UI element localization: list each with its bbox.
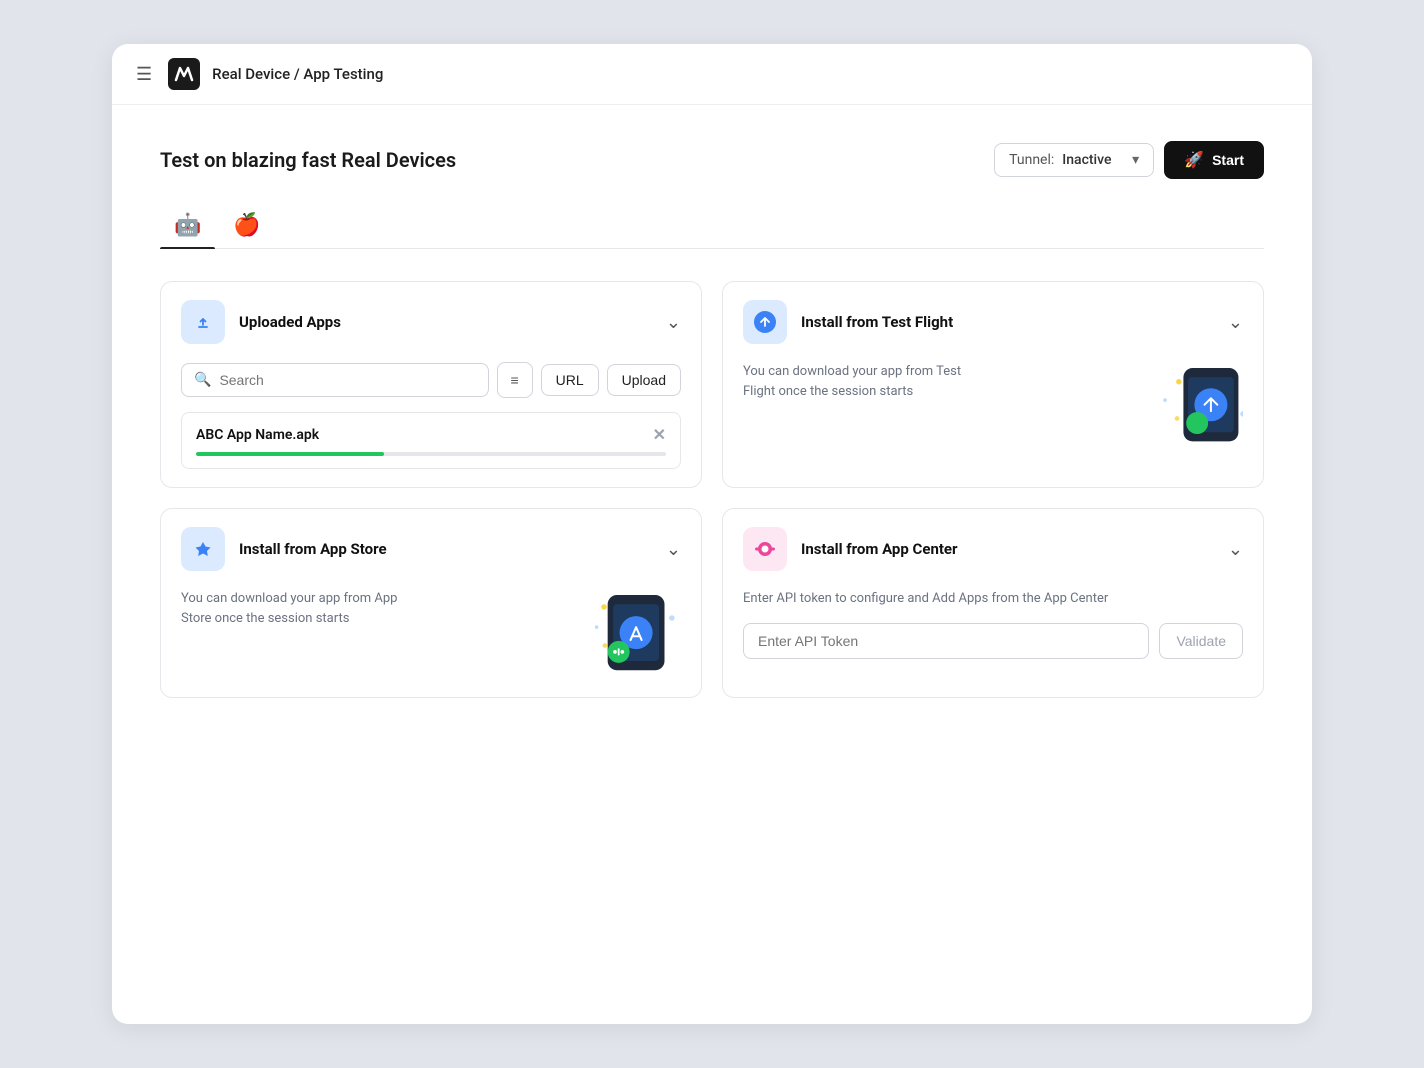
upload-button[interactable]: Upload (607, 364, 681, 396)
appstore-icon (190, 536, 216, 562)
logo (168, 58, 200, 90)
filter-icon: ≡ (511, 372, 519, 388)
page-title: Test on blazing fast Real Devices (160, 148, 456, 172)
testflight-header: Install from Test Flight ⌄ (723, 282, 1263, 362)
breadcrumb: Real Device / App Testing (212, 65, 383, 83)
testflight-title: Install from Test Flight (801, 313, 953, 331)
appstore-chevron[interactable]: ⌄ (666, 539, 681, 560)
appcenter-title-row: Install from App Center (743, 527, 958, 571)
appcenter-header: Install from App Center ⌄ (723, 509, 1263, 589)
app-file-name: ABC App Name.apk ✕ (196, 425, 666, 444)
appstore-content: You can download your app from App Store… (181, 589, 681, 679)
search-input-wrap: 🔍 (181, 363, 489, 397)
appcenter-description: Enter API token to configure and Add App… (743, 589, 1243, 609)
api-token-input[interactable] (743, 623, 1149, 659)
start-button[interactable]: 🚀 Start (1164, 141, 1264, 179)
appcenter-icon (752, 536, 778, 562)
appcenter-title: Install from App Center (801, 540, 958, 558)
tab-android[interactable]: 🤖 (160, 203, 215, 248)
close-icon[interactable]: ✕ (653, 425, 666, 444)
testflight-body: You can download your app from Test Flig… (723, 362, 1263, 470)
appcenter-chevron[interactable]: ⌄ (1228, 539, 1243, 560)
uploaded-apps-body: 🔍 ≡ URL Upload ABC App Name.apk ✕ (161, 362, 701, 487)
uploaded-apps-card: Uploaded Apps ⌄ 🔍 ≡ URL Upload (160, 281, 702, 488)
appstore-description: You can download your app from App Store… (181, 589, 401, 628)
uploaded-apps-title-row: Uploaded Apps (181, 300, 341, 344)
appstore-body: You can download your app from App Store… (161, 589, 701, 697)
uploaded-apps-chevron[interactable]: ⌄ (666, 312, 681, 333)
start-label: Start (1212, 152, 1244, 168)
cards-grid: Uploaded Apps ⌄ 🔍 ≡ URL Upload (160, 281, 1264, 698)
url-button[interactable]: URL (541, 364, 599, 396)
api-token-row: Validate (743, 623, 1243, 659)
android-icon: 🤖 (174, 213, 201, 238)
testflight-description: You can download your app from Test Flig… (743, 362, 963, 401)
filter-button[interactable]: ≡ (497, 362, 533, 398)
testflight-title-row: Install from Test Flight (743, 300, 953, 344)
appcenter-body: Enter API token to configure and Add App… (723, 589, 1263, 677)
progress-bar-wrap (196, 452, 666, 456)
appstore-header: Install from App Store ⌄ (161, 509, 701, 589)
search-filter-row: 🔍 ≡ URL Upload (181, 362, 681, 398)
testflight-icon (752, 309, 778, 335)
tab-ios[interactable]: 🍎 (219, 203, 274, 248)
page-title-row: Test on blazing fast Real Devices Tunnel… (160, 141, 1264, 179)
testflight-icon-wrap (743, 300, 787, 344)
header: ☰ Real Device / App Testing (112, 44, 1312, 105)
testflight-content: You can download your app from Test Flig… (743, 362, 1243, 452)
install-appstore-card: Install from App Store ⌄ You can downloa… (160, 508, 702, 698)
uploaded-apps-header: Uploaded Apps ⌄ (161, 282, 701, 362)
app-file-item: ABC App Name.apk ✕ (181, 412, 681, 469)
tunnel-label: Tunnel: (1009, 152, 1054, 168)
search-input[interactable] (219, 372, 475, 388)
install-appcenter-card: Install from App Center ⌄ Enter API toke… (722, 508, 1264, 698)
upload-icon-wrap (181, 300, 225, 344)
platform-tabs: 🤖 🍎 (160, 203, 1264, 249)
install-testflight-card: Install from Test Flight ⌄ You can downl… (722, 281, 1264, 488)
main-container: ☰ Real Device / App Testing Test on blaz… (112, 44, 1312, 1024)
tunnel-value: Inactive (1062, 152, 1111, 168)
tunnel-select[interactable]: Tunnel: Inactive ▾ (994, 143, 1154, 177)
chevron-down-icon: ▾ (1132, 152, 1139, 168)
appcenter-icon-wrap (743, 527, 787, 571)
testflight-illustration (1133, 362, 1243, 452)
validate-button[interactable]: Validate (1159, 623, 1243, 659)
tunnel-row: Tunnel: Inactive ▾ 🚀 Start (994, 141, 1264, 179)
appstore-title: Install from App Store (239, 540, 387, 558)
upload-icon (192, 311, 214, 333)
content-area: Test on blazing fast Real Devices Tunnel… (112, 105, 1312, 1024)
appstore-title-row: Install from App Store (181, 527, 387, 571)
apple-icon: 🍎 (233, 213, 260, 238)
rocket-icon: 🚀 (1184, 150, 1204, 170)
appstore-illustration (571, 589, 681, 679)
progress-bar (196, 452, 384, 456)
search-icon: 🔍 (194, 372, 211, 388)
uploaded-apps-title: Uploaded Apps (239, 313, 341, 331)
appstore-icon-wrap (181, 527, 225, 571)
testflight-chevron[interactable]: ⌄ (1228, 312, 1243, 333)
menu-icon[interactable]: ☰ (132, 60, 156, 89)
